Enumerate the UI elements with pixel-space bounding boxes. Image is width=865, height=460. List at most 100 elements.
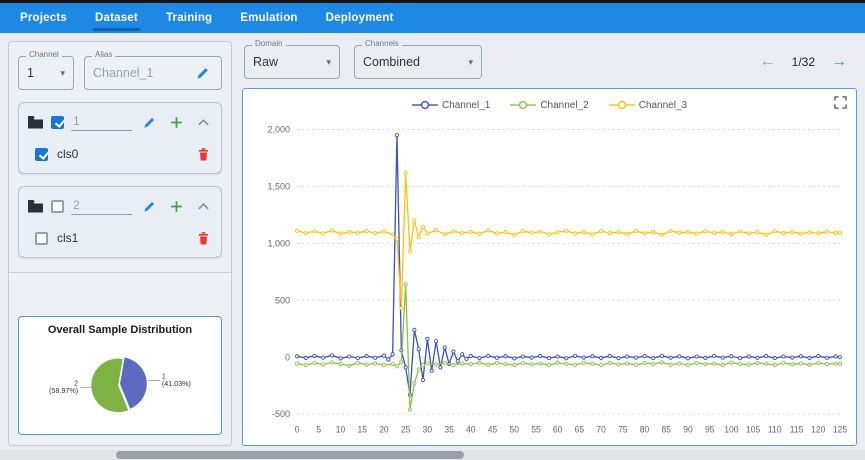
svg-text:0: 0 [285, 352, 290, 362]
horizontal-scrollbar-thumb[interactable] [116, 451, 464, 459]
group-1-name[interactable]: 1 [71, 114, 132, 131]
svg-text:100: 100 [724, 425, 738, 435]
pencil-icon [143, 117, 154, 128]
svg-text:95: 95 [705, 425, 715, 435]
group-2-edit-button[interactable] [139, 196, 159, 216]
svg-text:115: 115 [790, 425, 804, 435]
group-2-checkbox[interactable] [51, 199, 64, 213]
next-sample-button[interactable]: → [831, 54, 847, 70]
fullscreen-icon [834, 96, 847, 109]
legend-channel-3[interactable]: Channel_3 [608, 99, 688, 111]
svg-text:80: 80 [640, 425, 650, 435]
svg-text:125: 125 [833, 425, 847, 435]
svg-text:35: 35 [444, 425, 454, 435]
svg-text:70: 70 [596, 425, 606, 435]
svg-text:1,000: 1,000 [268, 238, 291, 248]
distribution-title: Overall Sample Distribution [47, 324, 193, 336]
pencil-icon [197, 68, 208, 79]
pie-chart: 1 (41.03%) 2 (58.97%) [49, 357, 191, 413]
group-2-add-button[interactable] [166, 196, 186, 216]
legend-label: Channel_3 [638, 99, 688, 111]
legend-label: Channel_1 [441, 99, 491, 111]
tab-deployment[interactable]: Deployment [312, 3, 408, 33]
svg-text:50: 50 [510, 425, 520, 435]
svg-text:30: 30 [423, 425, 433, 435]
alias-field[interactable]: Alias Channel_1 [84, 51, 222, 90]
group-1-checkbox[interactable] [51, 115, 64, 129]
cls1-label: cls1 [57, 231, 79, 245]
svg-text:55: 55 [531, 425, 541, 435]
line-chart-svg[interactable]: -500 0 500 1,000 1,500 2,000 0 5 10 15 20 25 30 35 40 4… [249, 115, 850, 443]
group-1-add-button[interactable] [166, 112, 186, 132]
group-2-collapse-button[interactable] [193, 196, 213, 216]
cls1-checkbox[interactable] [35, 231, 48, 245]
svg-text:110: 110 [768, 425, 782, 435]
left-panel: Channel 1 ▾ Alias Channel_1 1 cls0 2 cls… [8, 41, 232, 446]
legend-channel-1[interactable]: Channel_1 [411, 99, 491, 111]
group-1-header: 1 [27, 112, 213, 132]
tab-dataset[interactable]: Dataset [81, 3, 152, 33]
fullscreen-button[interactable] [834, 96, 847, 114]
svg-text:0: 0 [295, 425, 300, 435]
channels-select[interactable]: Channels Combined ▾ [354, 40, 482, 79]
plus-icon [170, 200, 182, 212]
cls0-label: cls0 [57, 147, 79, 161]
svg-text:1(41.03%): 1 (41.03%) [162, 372, 191, 388]
chart-card: Channel_1 Channel_2 Channel_3 -500 0 50 0 1,… [242, 88, 857, 446]
group-2-name[interactable]: 2 [71, 198, 132, 215]
left-panel-divider [9, 272, 231, 273]
plus-icon [170, 116, 182, 128]
chevron-up-icon [197, 202, 209, 209]
right-panel: Domain Raw ▾ Channels Combined ▾ ← 1/32 … [242, 40, 857, 446]
folder-icon [28, 200, 43, 213]
group-1-edit-button[interactable] [139, 112, 159, 132]
legend-marker-icon [608, 100, 635, 110]
legend-channel-2[interactable]: Channel_2 [510, 100, 589, 111]
alias-edit-button[interactable] [193, 63, 213, 83]
chevron-down-icon: ▾ [60, 67, 65, 78]
tab-projects[interactable]: Projects [6, 3, 81, 33]
legend-marker-icon [411, 100, 438, 110]
channel-alias-row: Channel 1 ▾ Alias Channel_1 [18, 51, 222, 90]
group-card-2: 2 cls1 [18, 186, 222, 258]
svg-text:20: 20 [379, 425, 389, 435]
svg-text:25: 25 [401, 425, 411, 435]
group-1-collapse-button[interactable] [193, 112, 213, 132]
svg-text:2,000: 2,000 [268, 124, 291, 134]
group-1-item-cls0: cls0 [27, 144, 213, 164]
app-root: Projects Dataset Training Emulation Depl… [0, 0, 865, 460]
svg-text:45: 45 [488, 425, 498, 435]
cls0-checkbox[interactable] [35, 147, 48, 161]
folder-icon [28, 116, 43, 129]
svg-text:65: 65 [575, 425, 585, 435]
svg-text:1,500: 1,500 [268, 181, 291, 191]
channel-select[interactable]: Channel 1 ▾ [18, 51, 74, 90]
cls0-delete-button[interactable] [193, 144, 213, 164]
tab-emulation[interactable]: Emulation [226, 3, 311, 33]
svg-text:-500: -500 [272, 409, 290, 419]
svg-text:85: 85 [662, 425, 672, 435]
content: Channel 1 ▾ Alias Channel_1 1 cls0 2 cls… [0, 33, 865, 460]
svg-text:90: 90 [683, 425, 693, 435]
group-2-header: 2 [27, 196, 213, 216]
top-nav: Projects Dataset Training Emulation Depl… [0, 3, 865, 33]
pager-text: 1/32 [791, 55, 815, 69]
tab-training[interactable]: Training [152, 3, 226, 33]
chart-toolbar: Domain Raw ▾ Channels Combined ▾ ← 1/32 … [242, 40, 857, 79]
alias-field-value: Channel_1 [93, 66, 154, 80]
chevron-down-icon: ▾ [326, 56, 331, 67]
chevron-down-icon: ▾ [468, 56, 473, 67]
cls1-delete-button[interactable] [193, 228, 213, 248]
domain-select[interactable]: Domain Raw ▾ [244, 40, 340, 79]
domain-select-label: Domain [252, 40, 286, 48]
legend-marker-icon [510, 100, 537, 110]
svg-text:40: 40 [466, 425, 476, 435]
domain-select-value: Raw [253, 55, 279, 69]
pencil-icon [143, 201, 154, 212]
prev-sample-button[interactable]: ← [760, 54, 776, 70]
svg-text:120: 120 [811, 425, 825, 435]
trash-icon [198, 148, 208, 161]
group-2-item-cls1: cls1 [27, 228, 213, 248]
channel-select-value: 1 [27, 66, 34, 80]
horizontal-scrollbar [0, 450, 865, 460]
